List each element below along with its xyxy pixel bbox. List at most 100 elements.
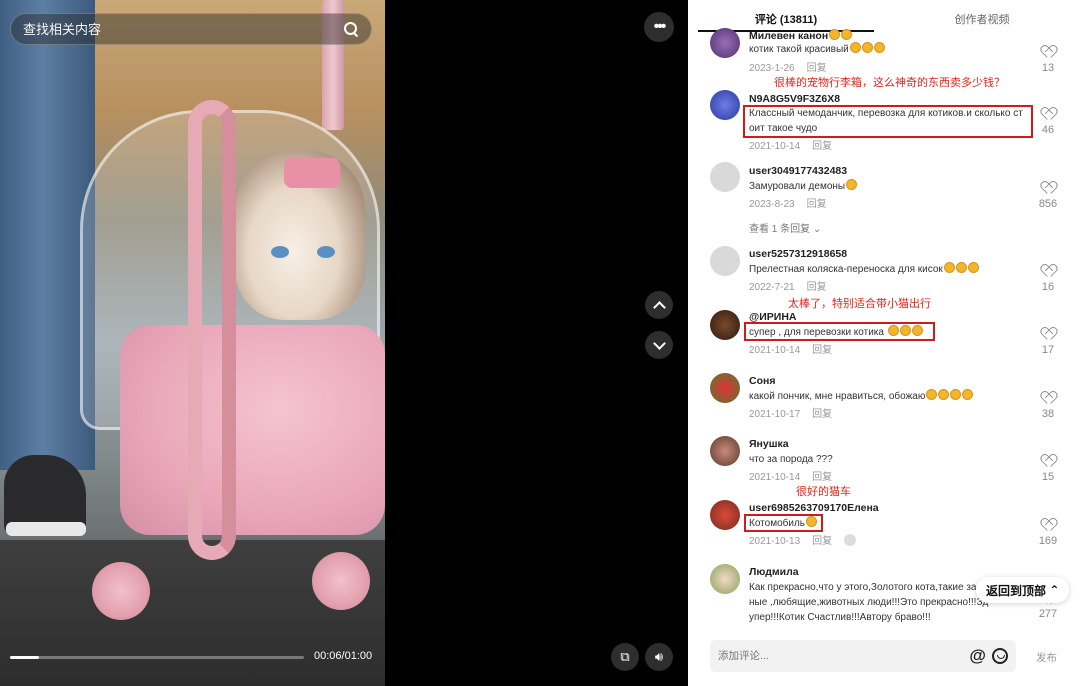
comment-meta: 2021-10-14 回复 <box>749 468 832 483</box>
like-button[interactable]: 169 <box>1036 519 1060 547</box>
comment-author[interactable]: Людмила <box>749 566 799 578</box>
like-button[interactable]: 13 <box>1036 46 1060 74</box>
like-button[interactable]: 856 <box>1036 182 1060 210</box>
emoji-icon <box>829 29 841 40</box>
reply-button[interactable]: 回复 <box>812 345 832 356</box>
like-button[interactable]: 15 <box>1036 455 1060 483</box>
mention-icon[interactable]: @ <box>969 646 986 666</box>
comment-meta: 2021-10-13 回复 <box>749 532 857 547</box>
like-button[interactable]: 16 <box>1036 265 1060 293</box>
emoji-icon <box>841 29 853 40</box>
heart-icon[interactable] <box>1042 182 1055 194</box>
comment-text-line: упер!!!Котик Счастлив!!!Автору браво!!! <box>749 612 931 623</box>
comment-meta: 2022-7-21 回复 <box>749 278 827 293</box>
avatar[interactable] <box>710 310 740 340</box>
cat-eye-right <box>317 246 335 258</box>
reply-button[interactable]: 回复 <box>812 472 832 483</box>
comment-meta: 2023-8-23 回复 <box>749 195 827 210</box>
video-time: 00:06/01:00 <box>314 650 373 662</box>
heart-icon[interactable] <box>1042 392 1055 404</box>
video-progress-bar[interactable] <box>10 656 304 659</box>
reply-button[interactable]: 回复 <box>812 141 832 152</box>
chevron-down-icon: ⌄ <box>812 224 822 235</box>
more-options-button[interactable]: ••• <box>644 12 674 42</box>
comment-author[interactable]: Милевен канон <box>749 29 853 42</box>
comment-text-line: Как прекрасно,что у этого,Золотого кота,… <box>749 582 984 593</box>
emoji-icon <box>846 179 858 190</box>
avatar[interactable] <box>710 162 740 192</box>
app-root: 00:06/01:00 ••• ⧉ 🔊︎ 评论 (13811) 创作者视频 Ми… <box>0 0 1080 686</box>
comment-meta: 2021-10-14 回复 <box>749 137 832 152</box>
heart-icon[interactable] <box>1042 46 1055 58</box>
comment-text: котик такой красивый <box>749 42 885 57</box>
more-icon: ••• <box>653 18 667 35</box>
like-button[interactable]: 46 <box>1036 108 1060 136</box>
view-replies-link[interactable]: 查看 1 条回复 ⌄ <box>749 220 821 235</box>
comment-input-bar[interactable]: @ <box>710 640 1016 672</box>
heart-icon[interactable] <box>1042 455 1055 467</box>
like-count: 17 <box>1041 344 1055 356</box>
emoji-icon <box>962 389 974 400</box>
heart-icon[interactable] <box>1042 328 1055 340</box>
highlight-box <box>743 105 1033 138</box>
like-count: 169 <box>1038 535 1058 547</box>
avatar[interactable] <box>710 246 740 276</box>
emoji-icon <box>926 389 938 400</box>
reply-button[interactable]: 回复 <box>807 199 827 210</box>
comment-date: 2021-10-13 <box>749 536 801 547</box>
back-to-top-button[interactable]: 返回到顶部 ⌃ <box>976 577 1070 603</box>
like-count: 46 <box>1041 124 1055 136</box>
previous-video-button[interactable] <box>645 291 673 319</box>
reply-button[interactable]: 回复 <box>812 409 832 420</box>
like-count: 13 <box>1041 62 1055 74</box>
avatar[interactable] <box>710 28 740 58</box>
avatar[interactable] <box>710 564 740 594</box>
comment-date: 2021-10-14 <box>749 472 801 483</box>
comment-author[interactable]: user5257312918658 <box>749 248 847 260</box>
reply-button[interactable]: 回复 <box>812 536 832 547</box>
gift-sticker-icon <box>844 534 857 546</box>
reply-button[interactable]: 回复 <box>807 63 827 74</box>
comment-date: 2023-1-26 <box>749 63 795 74</box>
avatar[interactable] <box>710 436 740 466</box>
video-player[interactable]: 00:06/01:00 <box>0 0 385 686</box>
comment-meta: 2023-1-26 回复 <box>749 59 827 74</box>
comment-author[interactable]: Янушка <box>749 438 789 450</box>
emoji-icon <box>955 262 967 273</box>
avatar[interactable] <box>710 500 740 530</box>
highlight-box <box>744 322 935 341</box>
video-scene-luggage-rim <box>188 100 236 560</box>
volume-button[interactable]: 🔊︎ <box>645 643 673 671</box>
avatar[interactable] <box>710 90 740 120</box>
video-scene-shoe-sole <box>6 522 86 536</box>
like-button[interactable]: 38 <box>1036 392 1060 420</box>
cat-eye-left <box>271 246 289 258</box>
comment-author[interactable]: user6985263709170Елена <box>749 502 879 514</box>
video-search-bar[interactable] <box>10 13 372 45</box>
reply-button[interactable]: 回复 <box>807 282 827 293</box>
emoji-icon <box>938 389 950 400</box>
next-video-button[interactable] <box>645 331 673 359</box>
annotation-translation: 很好的猫车 <box>796 486 851 498</box>
chevron-down-icon <box>652 336 666 350</box>
like-button[interactable]: 17 <box>1036 328 1060 356</box>
heart-icon[interactable] <box>1042 108 1055 120</box>
send-button[interactable]: 发布 <box>1036 650 1057 665</box>
heart-icon[interactable] <box>1042 519 1055 531</box>
double-chevron-up-icon: ⌃ <box>1049 583 1060 597</box>
comment-input[interactable] <box>718 650 970 662</box>
like-count: 856 <box>1038 198 1058 210</box>
emoji-picker-icon[interactable] <box>992 648 1008 664</box>
video-search-input[interactable] <box>23 21 343 37</box>
comment-author[interactable]: user3049177432483 <box>749 165 847 177</box>
heart-icon[interactable] <box>1042 265 1055 277</box>
comment-author[interactable]: N9A8G5V9F3Z6X8 <box>749 93 840 105</box>
annotation-translation: 很棒的宠物行李箱，这么神奇的东西卖多少钱？ <box>774 77 1005 89</box>
comment-date: 2022-7-21 <box>749 282 795 293</box>
comment-author[interactable]: Соня <box>749 375 775 387</box>
search-icon[interactable] <box>343 21 359 37</box>
video-scene-wheel <box>92 562 150 620</box>
picture-in-picture-button[interactable]: ⧉ <box>611 643 639 671</box>
avatar[interactable] <box>710 373 740 403</box>
comment-list[interactable]: Милевен канон котик такой красивый 2023-… <box>688 28 1080 628</box>
